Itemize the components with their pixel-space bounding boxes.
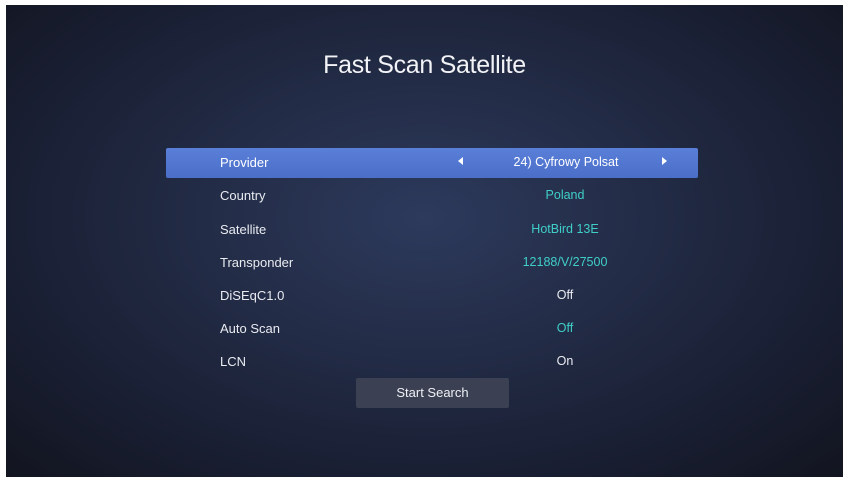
setting-row-auto-scan[interactable]: Auto Scan Off — [166, 314, 698, 344]
setting-row-provider[interactable]: Provider 24) Cyfrowy Polsat — [166, 148, 698, 178]
tv-screen: Fast Scan Satellite Provider 24) Cyfrowy… — [6, 5, 843, 477]
setting-label-provider: Provider — [220, 155, 269, 170]
setting-label-auto-scan: Auto Scan — [220, 321, 280, 336]
setting-label-lcn: LCN — [220, 354, 247, 369]
setting-value-satellite: HotBird 13E — [531, 222, 599, 236]
setting-row-country[interactable]: Country Poland — [166, 181, 698, 211]
setting-value-transponder: 12188/V/27500 — [522, 255, 608, 269]
setting-label-transponder: Transponder — [220, 255, 294, 270]
setting-value-provider: 24) Cyfrowy Polsat — [513, 155, 619, 169]
setting-value-lcn: On — [556, 354, 574, 368]
setting-row-transponder[interactable]: Transponder 12188/V/27500 — [166, 248, 698, 278]
start-search-button[interactable]: Start Search — [356, 378, 509, 408]
setting-value-diseqc: Off — [556, 288, 574, 302]
setting-row-satellite[interactable]: Satellite HotBird 13E — [166, 215, 698, 245]
chevron-right-icon[interactable] — [662, 157, 667, 165]
setting-row-lcn[interactable]: LCN On — [166, 347, 698, 377]
setting-row-diseqc[interactable]: DiSEqC1.0 Off — [166, 281, 698, 311]
setting-value-country: Poland — [545, 188, 585, 202]
setting-value-auto-scan: Off — [556, 321, 574, 335]
setting-label-country: Country — [220, 188, 266, 203]
setting-label-satellite: Satellite — [220, 222, 267, 237]
chevron-left-icon[interactable] — [458, 157, 463, 165]
page-title: Fast Scan Satellite — [323, 51, 526, 79]
setting-label-diseqc: DiSEqC1.0 — [220, 288, 285, 303]
